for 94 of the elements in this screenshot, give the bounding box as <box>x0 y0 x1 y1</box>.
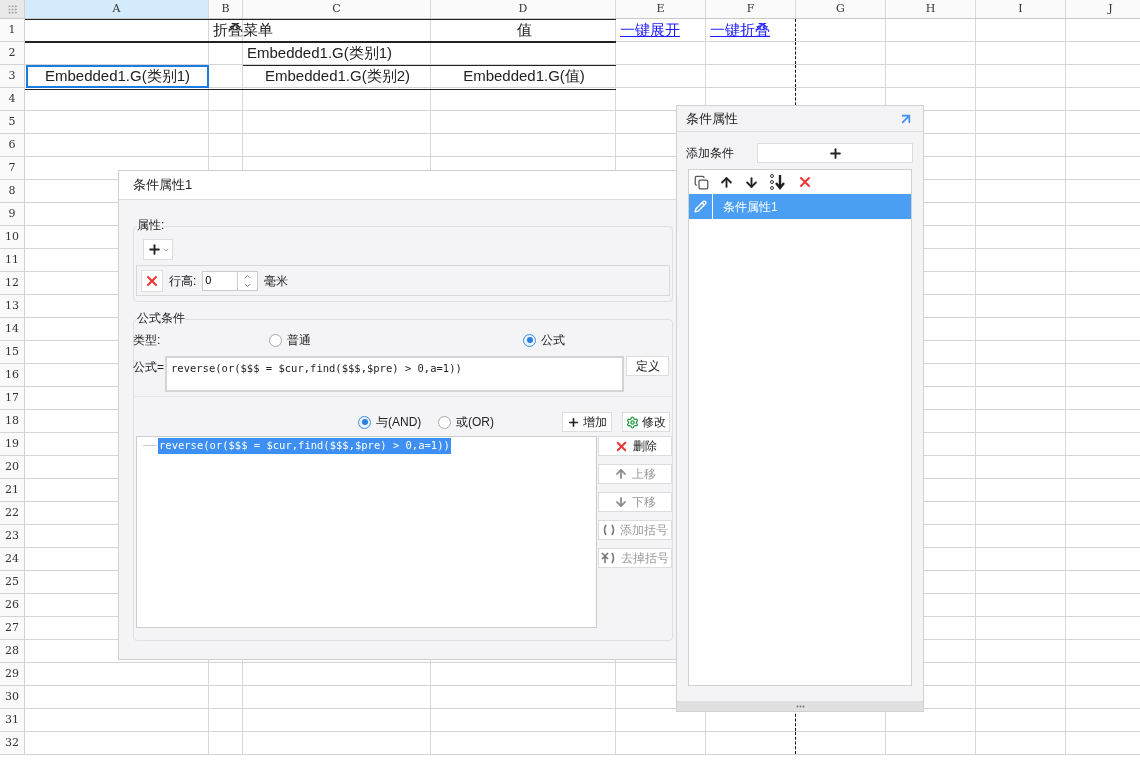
select-all-icon[interactable] <box>6 3 18 15</box>
row-header[interactable]: 1 <box>0 19 25 41</box>
resize-grip-icon <box>795 704 805 708</box>
radio-button[interactable] <box>438 415 451 429</box>
row-header[interactable]: 15 <box>0 341 25 363</box>
table-cell[interactable]: Embedded1.G(值) <box>432 65 616 88</box>
formula-field[interactable]: reverse(or($$$ = $cur,find($$$,$pre) > 0,a=1)) <box>165 356 625 392</box>
gear-icon <box>626 415 639 429</box>
row-header[interactable]: 18 <box>0 410 25 432</box>
remove-button[interactable] <box>141 269 163 292</box>
column-header[interactable]: E <box>616 0 706 18</box>
row-header[interactable]: 25 <box>0 571 25 593</box>
section-legend: 公式条件 <box>137 311 185 325</box>
field-label: 添加条件 <box>686 145 735 162</box>
radio-label: 或(OR) <box>456 414 494 431</box>
row-header[interactable]: 13 <box>0 295 25 317</box>
cell-text: 值 <box>516 20 532 41</box>
cell-text: Embedded1.G(类别1) <box>247 43 393 64</box>
row-header[interactable]: 24 <box>0 548 25 570</box>
copy-icon[interactable] <box>694 174 709 190</box>
row-header[interactable]: 10 <box>0 226 25 248</box>
radio-button[interactable] <box>269 333 282 347</box>
parentheses-icon <box>602 524 616 536</box>
remove-parentheses-icon <box>601 552 617 564</box>
table-cell[interactable]: Embedded1.G(类别2) <box>244 65 431 88</box>
radio-label: 公式 <box>541 332 565 349</box>
number-spinner[interactable]: 0 <box>202 270 259 291</box>
column-header[interactable]: D <box>431 0 616 18</box>
row-header[interactable]: 26 <box>0 594 25 616</box>
row-header[interactable]: 16 <box>0 364 25 386</box>
column-header[interactable]: A <box>25 0 209 18</box>
row-header[interactable]: 3 <box>0 65 25 87</box>
action-button[interactable]: 删除 <box>598 436 672 456</box>
radio-label: 普通 <box>287 332 311 349</box>
pencil-icon <box>694 200 707 213</box>
section-legend: 属性: <box>137 218 165 232</box>
table-cell[interactable]: 值 <box>432 19 616 42</box>
row-header[interactable]: 21 <box>0 479 25 501</box>
row-header[interactable]: 12 <box>0 272 25 294</box>
field-label: 类型: <box>133 332 162 349</box>
row-header[interactable]: 9 <box>0 203 25 225</box>
row-header[interactable]: 22 <box>0 502 25 524</box>
arrow-down-icon[interactable] <box>744 174 759 190</box>
row-header[interactable]: 28 <box>0 640 25 662</box>
column-header[interactable]: F <box>706 0 796 18</box>
table-cell[interactable]: Embedded1.G(类别1) <box>244 42 431 65</box>
field-label: 公式= <box>133 359 165 376</box>
plus-icon <box>146 242 162 257</box>
column-header[interactable]: B <box>209 0 243 18</box>
row-header[interactable]: 5 <box>0 111 25 133</box>
add-button[interactable]: 增加 <box>562 412 612 432</box>
column-header[interactable]: G <box>796 0 886 18</box>
radio-button[interactable] <box>523 333 536 347</box>
table-cell[interactable]: Embedded1.G(类别1) <box>26 65 209 88</box>
link[interactable]: 一键折叠 <box>710 19 770 42</box>
row-header[interactable]: 6 <box>0 134 25 156</box>
row-header[interactable]: 19 <box>0 433 25 455</box>
table-cell[interactable]: 一键展开 <box>617 19 706 42</box>
row-header[interactable]: 27 <box>0 617 25 639</box>
cell-text: Embedded1.G(值) <box>463 66 585 87</box>
cell-text: Embedded1.G(类别1) <box>44 66 191 87</box>
column-header[interactable]: J <box>1066 0 1140 18</box>
row-header[interactable]: 4 <box>0 88 25 110</box>
plus-icon <box>827 145 843 161</box>
define-button[interactable]: 定义 <box>626 356 669 376</box>
close-icon[interactable] <box>797 174 813 190</box>
radio-button[interactable] <box>358 415 371 429</box>
row-header[interactable]: 11 <box>0 249 25 271</box>
cell-text: Embedded1.G(类别2) <box>264 66 411 87</box>
row-header[interactable]: 2 <box>0 42 25 64</box>
row-header[interactable]: 14 <box>0 318 25 340</box>
row-header[interactable]: 29 <box>0 663 25 685</box>
column-header[interactable]: C <box>243 0 431 18</box>
column-header[interactable]: H <box>886 0 976 18</box>
move-bottom-icon[interactable] <box>769 174 787 190</box>
field-label: 行高: <box>169 272 197 290</box>
row-header[interactable]: 30 <box>0 686 25 708</box>
row-header[interactable]: 7 <box>0 157 25 179</box>
row-header[interactable]: 17 <box>0 387 25 409</box>
row-header[interactable]: 23 <box>0 525 25 547</box>
add-dropdown-button[interactable] <box>143 239 173 260</box>
unit-label: 毫米 <box>264 272 289 290</box>
row-header[interactable]: 8 <box>0 180 25 202</box>
row-header[interactable]: 20 <box>0 456 25 478</box>
column-header[interactable]: I <box>976 0 1066 18</box>
row-header[interactable]: 32 <box>0 732 25 754</box>
plus-icon <box>567 415 580 429</box>
modify-button[interactable]: 修改 <box>622 412 670 432</box>
row-header[interactable]: 31 <box>0 709 25 731</box>
link[interactable]: 一键展开 <box>620 19 680 42</box>
table-cell[interactable]: 一键折叠 <box>707 19 796 42</box>
panel-title: 条件属性 <box>686 109 738 128</box>
dialog-title: 条件属性1 <box>133 176 193 195</box>
radio-label: 与(AND) <box>376 414 422 431</box>
